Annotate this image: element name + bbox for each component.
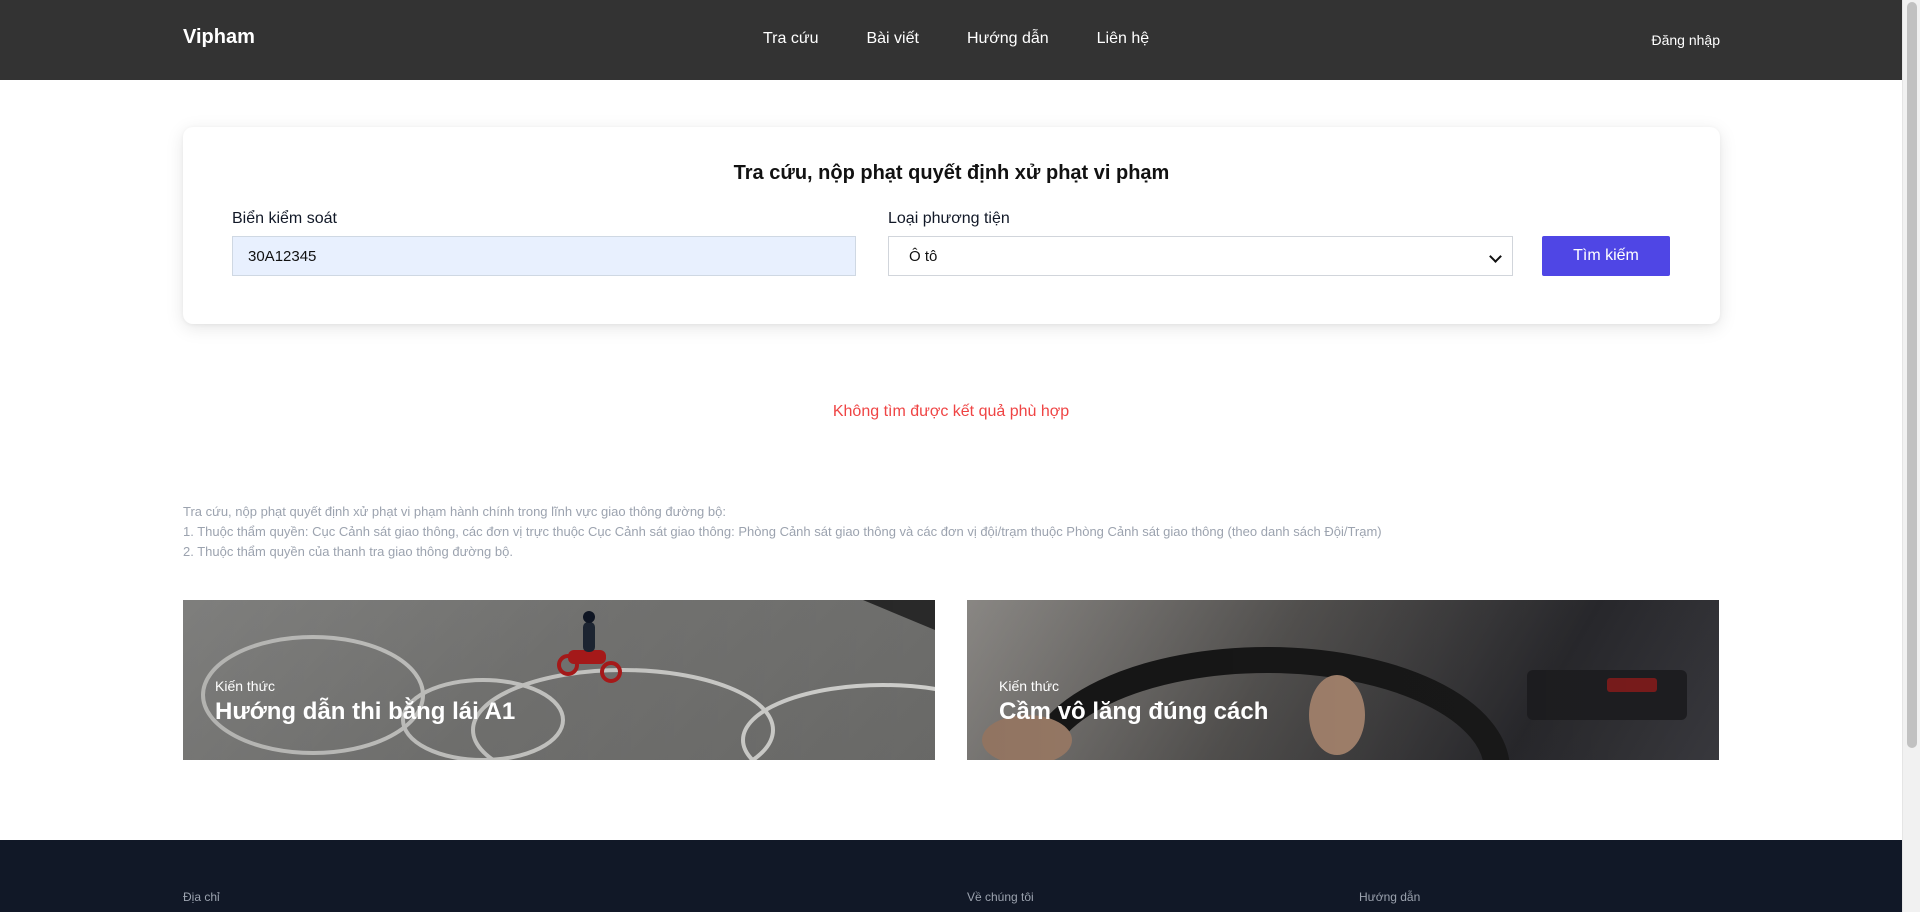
- vehicle-type-label: Loại phương tiện: [888, 210, 1010, 227]
- login-link[interactable]: Đăng nhập: [1651, 32, 1720, 48]
- plate-label: Biển kiểm soát: [232, 210, 337, 227]
- nav-lookup[interactable]: Tra cứu: [763, 30, 818, 48]
- nav-guide[interactable]: Hướng dẫn: [967, 30, 1049, 48]
- description-text: Tra cứu, nộp phạt quyết định xử phạt vi …: [183, 502, 1382, 562]
- search-button[interactable]: Tìm kiếm: [1542, 236, 1670, 276]
- article-card-a1-license[interactable]: Kiến thức Hướng dẫn thi bằng lái A1: [183, 600, 935, 760]
- image-overlay: [183, 600, 935, 760]
- image-overlay: [967, 600, 1719, 760]
- footer-address-heading: Địa chỉ: [183, 890, 220, 904]
- article-category: Kiến thức: [999, 678, 1059, 694]
- main-nav: Tra cứu Bài viết Hướng dẫn Liên hệ: [763, 30, 1149, 48]
- description-line: Tra cứu, nộp phạt quyết định xử phạt vi …: [183, 504, 726, 519]
- footer: Địa chỉ Về chúng tôi Hướng dẫn: [0, 840, 1902, 912]
- page-scrollbar[interactable]: [1902, 0, 1920, 912]
- vehicle-type-select[interactable]: Ô tô: [888, 236, 1513, 276]
- description-line: 1. Thuộc thẩm quyền: Cục Cảnh sát giao t…: [183, 524, 1382, 539]
- chevron-down-icon: [1489, 250, 1502, 263]
- article-category: Kiến thức: [215, 678, 275, 694]
- article-card-steering-wheel[interactable]: Kiến thức Cầm vô lăng đúng cách: [967, 600, 1719, 760]
- nav-articles[interactable]: Bài viết: [866, 30, 918, 48]
- scrollbar-thumb[interactable]: [1907, 2, 1917, 748]
- search-card: Tra cứu, nộp phạt quyết định xử phạt vi …: [183, 127, 1720, 324]
- top-navbar: Vipham Tra cứu Bài viết Hướng dẫn Liên h…: [0, 0, 1902, 80]
- article-title[interactable]: Cầm vô lăng đúng cách: [999, 698, 1268, 726]
- footer-about-heading: Về chúng tôi: [967, 890, 1034, 904]
- plate-input[interactable]: [232, 236, 856, 276]
- search-title: Tra cứu, nộp phạt quyết định xử phạt vi …: [733, 162, 1170, 184]
- brand-logo[interactable]: Vipham: [183, 26, 255, 49]
- no-result-message: Không tìm được kết quả phù hợp: [832, 403, 1070, 420]
- article-title[interactable]: Hướng dẫn thi bằng lái A1: [215, 698, 515, 726]
- footer-guide-heading: Hướng dẫn: [1359, 890, 1421, 904]
- description-line: 2. Thuộc thẩm quyền của thanh tra giao t…: [183, 544, 513, 559]
- vehicle-type-value: Ô tô: [909, 248, 938, 265]
- nav-contact[interactable]: Liên hệ: [1097, 30, 1150, 48]
